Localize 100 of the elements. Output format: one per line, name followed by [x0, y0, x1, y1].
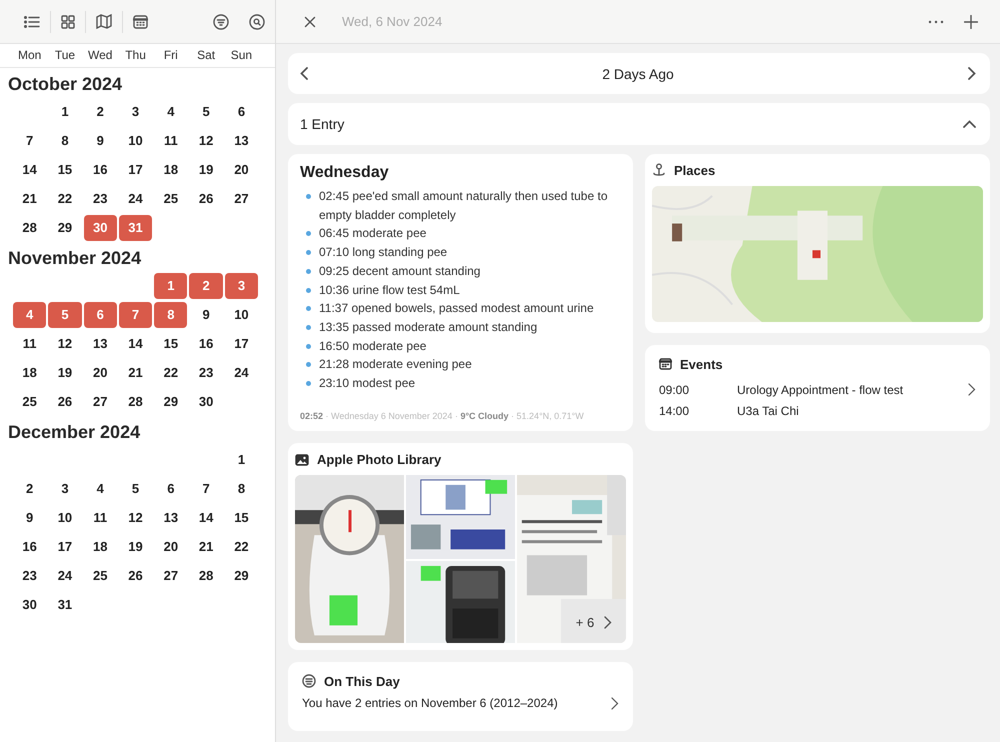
calendar-day[interactable]: 20	[84, 360, 117, 386]
calendar-day[interactable]: 3	[48, 476, 82, 502]
calendar-day[interactable]: 11	[13, 330, 46, 356]
calendar-day[interactable]: 28	[13, 214, 46, 240]
calendar-day[interactable]: 6	[154, 476, 188, 502]
entries-bar[interactable]: 1 Entry	[288, 103, 990, 145]
calendar-day[interactable]: 1	[224, 446, 258, 472]
calendar-day[interactable]: 18	[13, 360, 46, 386]
calendar-day[interactable]: 28	[118, 388, 152, 414]
calendar-day[interactable]: 8	[154, 302, 188, 328]
calendar-day[interactable]: 25	[154, 186, 188, 212]
calendar-day[interactable]: 12	[189, 128, 223, 154]
calendar-day[interactable]: 6	[84, 302, 117, 328]
calendar-day[interactable]: 24	[118, 186, 152, 212]
calendar-day[interactable]: 31	[118, 214, 152, 240]
calendar-day[interactable]: 7	[189, 476, 223, 502]
calendar-day[interactable]: 7	[13, 128, 46, 154]
calendar-day[interactable]: 27	[224, 186, 258, 212]
list-icon[interactable]	[24, 16, 40, 28]
calendar-day[interactable]: 4	[84, 476, 117, 502]
calendar-icon[interactable]	[133, 14, 148, 28]
calendar-day[interactable]: 15	[154, 330, 188, 356]
calendar-day[interactable]: 23	[13, 562, 46, 588]
calendar-day[interactable]: 6	[224, 98, 258, 124]
calendar-day[interactable]: 15	[224, 504, 258, 530]
calendar-day[interactable]: 17	[48, 534, 82, 560]
calendar-day[interactable]: 9	[189, 302, 223, 328]
filter-icon[interactable]	[213, 14, 229, 30]
calendar-day[interactable]: 28	[189, 562, 223, 588]
grid-icon[interactable]	[61, 14, 75, 28]
calendar-day[interactable]: 10	[48, 504, 82, 530]
calendar-day[interactable]: 21	[118, 360, 152, 386]
calendar-day[interactable]: 24	[224, 360, 258, 386]
calendar-day[interactable]: 11	[154, 128, 188, 154]
calendar-day[interactable]: 21	[189, 534, 223, 560]
calendar-day[interactable]: 22	[48, 186, 82, 212]
calendar-day[interactable]: 4	[13, 302, 46, 328]
calendar-day[interactable]: 5	[189, 98, 223, 124]
calendar-day[interactable]: 29	[154, 388, 188, 414]
calendar-day[interactable]: 19	[189, 156, 223, 182]
calendar-day[interactable]: 16	[189, 330, 223, 356]
calendar-day[interactable]: 21	[13, 186, 46, 212]
calendar-day[interactable]: 13	[224, 128, 258, 154]
more-icon[interactable]	[928, 20, 944, 24]
calendar-day[interactable]: 19	[48, 360, 82, 386]
on-this-day-card[interactable]: On This Day You have 2 entries on November 6 (2012–2024)	[288, 662, 633, 731]
calendar-day[interactable]: 1	[48, 98, 82, 124]
calendar-day[interactable]: 22	[154, 360, 188, 386]
calendar-day[interactable]: 12	[118, 504, 152, 530]
calendar-day[interactable]: 24	[48, 562, 82, 588]
calendar-day[interactable]: 18	[154, 156, 188, 182]
calendar-day[interactable]: 8	[224, 476, 258, 502]
chevron-left-icon[interactable]	[300, 67, 308, 80]
map-icon[interactable]	[96, 14, 112, 29]
close-icon[interactable]	[304, 16, 316, 28]
add-icon[interactable]	[964, 14, 978, 28]
calendar-day[interactable]: 4	[154, 98, 188, 124]
calendar-day[interactable]: 8	[48, 128, 82, 154]
calendar-day[interactable]: 31	[48, 592, 82, 618]
calendar-day[interactable]: 27	[84, 388, 117, 414]
calendar-day[interactable]: 2	[13, 476, 46, 502]
calendar-day[interactable]: 19	[118, 534, 152, 560]
calendar-day[interactable]: 23	[189, 360, 223, 386]
calendar-day[interactable]: 11	[84, 504, 117, 530]
calendar-day[interactable]: 3	[118, 98, 152, 124]
calendar-day[interactable]: 5	[118, 476, 152, 502]
chevron-right-icon[interactable]	[611, 696, 619, 710]
calendar-day[interactable]: 26	[189, 186, 223, 212]
calendar-day[interactable]: 12	[48, 330, 82, 356]
calendar-day[interactable]: 16	[84, 156, 117, 182]
calendar-day[interactable]: 3	[224, 272, 258, 298]
calendar-day[interactable]: 30	[84, 214, 117, 240]
calendar-day[interactable]: 2	[189, 272, 223, 298]
calendar-day[interactable]: 26	[118, 562, 152, 588]
chevron-up-icon[interactable]	[963, 120, 976, 128]
calendar-day[interactable]: 16	[13, 534, 46, 560]
calendar-day[interactable]: 15	[48, 156, 82, 182]
calendar-day[interactable]: 5	[48, 302, 82, 328]
calendar-day[interactable]: 20	[154, 534, 188, 560]
calendar-day[interactable]: 9	[13, 504, 46, 530]
calendar-day[interactable]: 30	[189, 388, 223, 414]
calendar-day[interactable]: 20	[224, 156, 258, 182]
calendar-day[interactable]: 14	[118, 330, 152, 356]
calendar-day[interactable]: 14	[13, 156, 46, 182]
calendar-day[interactable]: 2	[84, 98, 117, 124]
calendar-day[interactable]: 10	[118, 128, 152, 154]
calendar-day[interactable]: 1	[154, 272, 188, 298]
calendar-day[interactable]: 13	[84, 330, 117, 356]
calendar-day[interactable]: 17	[118, 156, 152, 182]
calendar-day[interactable]: 27	[154, 562, 188, 588]
chevron-right-icon[interactable]	[968, 67, 976, 80]
calendar-day[interactable]: 13	[154, 504, 188, 530]
calendar-day[interactable]: 25	[13, 388, 46, 414]
calendar-day[interactable]: 18	[84, 534, 117, 560]
more-photos-button[interactable]: + 6	[561, 599, 626, 643]
calendar-day[interactable]: 22	[224, 534, 258, 560]
calendar-day[interactable]: 29	[48, 214, 82, 240]
calendar-day[interactable]: 10	[224, 302, 258, 328]
calendar-day[interactable]: 17	[224, 330, 258, 356]
search-icon[interactable]	[249, 14, 265, 30]
